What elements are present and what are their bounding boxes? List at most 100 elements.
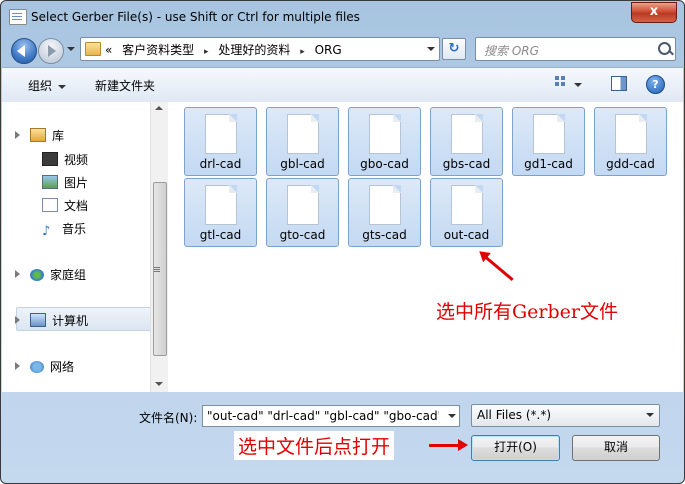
organize-button[interactable]: 组织 (28, 77, 67, 94)
nav-item-label: 计算机 (52, 314, 89, 328)
file-type-select[interactable]: All Files (*.*) (471, 404, 660, 427)
music-note-icon: ♪ (42, 224, 51, 239)
nav-item-pictures[interactable]: 图片 (42, 174, 88, 191)
file-icon (205, 114, 237, 154)
preview-pane-icon[interactable] (611, 76, 627, 91)
file-name: drl-cad (199, 157, 242, 171)
scroll-down-icon[interactable] (155, 382, 163, 386)
nav-item-label: 网络 (50, 360, 75, 374)
filename-dropdown-icon[interactable] (448, 414, 456, 418)
breadcrumb-separator-icon[interactable]: ▸ (300, 47, 305, 57)
nav-item-label: 视频 (64, 153, 89, 167)
file-tile[interactable]: gbo-cad (348, 107, 421, 176)
open-button[interactable]: 打开(O) (471, 435, 560, 461)
breadcrumb-item[interactable]: 处理好的资料 (218, 43, 290, 57)
computer-icon (30, 313, 46, 327)
expand-arrow-icon[interactable] (15, 131, 20, 139)
homegroup-icon (30, 269, 44, 281)
chevron-down-icon (646, 413, 654, 417)
pictures-icon (42, 175, 58, 189)
file-tile[interactable]: gts-cad (348, 178, 421, 247)
navigation-scrollbar[interactable] (150, 102, 168, 392)
app-icon (9, 9, 27, 25)
file-icon (533, 114, 565, 154)
search-input[interactable]: 搜索 ORG (475, 37, 676, 61)
breadcrumb-item[interactable]: ORG (315, 43, 342, 57)
nav-item-label: 音乐 (62, 222, 87, 236)
file-name: gdd-cad (606, 157, 655, 171)
navigation-pane: 库 视频 图片 文档 ♪ 音乐 家庭组 计算机 网络 (2, 102, 152, 392)
file-icon (615, 114, 647, 154)
file-tile[interactable]: gtl-cad (184, 178, 257, 247)
recent-locations-chevron-icon[interactable] (67, 47, 75, 51)
file-tile[interactable]: gd1-cad (512, 107, 585, 176)
file-tile[interactable]: gdd-cad (594, 107, 667, 176)
file-name: gto-cad (279, 228, 326, 242)
forward-button[interactable] (38, 38, 64, 64)
expand-arrow-icon[interactable] (15, 316, 20, 324)
search-icon[interactable] (658, 42, 671, 55)
file-name: gbs-cad (442, 157, 491, 171)
nav-item-network[interactable]: 网络 (30, 358, 74, 375)
nav-item-label: 库 (52, 129, 65, 143)
folder-icon (85, 42, 101, 56)
file-icon (369, 114, 401, 154)
nav-item-documents[interactable]: 文档 (42, 197, 88, 214)
breadcrumb-separator-icon[interactable]: ▸ (204, 47, 209, 57)
filename-label: 文件名(N): (139, 411, 198, 425)
new-folder-button[interactable]: 新建文件夹 (95, 77, 155, 94)
nav-item-computer[interactable]: 计算机 (30, 312, 88, 329)
window-title: Select Gerber File(s) - use Shift or Ctr… (31, 10, 360, 24)
help-icon[interactable]: ? (646, 75, 665, 94)
file-icon (205, 185, 237, 225)
file-icon (369, 185, 401, 225)
file-tile[interactable]: gbl-cad (266, 107, 339, 176)
filename-value: "out-cad" "drl-cad" "gbl-cad" "gbo-cad" (207, 409, 439, 423)
nav-item-label: 家庭组 (50, 268, 87, 282)
nav-item-videos[interactable]: 视频 (42, 151, 88, 168)
file-tile[interactable]: gbs-cad (430, 107, 503, 176)
view-mode-chevron-down-icon[interactable] (574, 83, 582, 87)
file-tile[interactable]: drl-cad (184, 107, 257, 176)
file-tile[interactable]: out-cad (430, 178, 503, 247)
cancel-button[interactable]: 取消 (572, 435, 660, 461)
file-name: gd1-cad (524, 157, 573, 171)
nav-item-label: 图片 (64, 176, 89, 190)
nav-item-music[interactable]: ♪ 音乐 (42, 220, 87, 239)
expand-arrow-icon[interactable] (15, 270, 20, 278)
expand-arrow-icon[interactable] (15, 362, 20, 370)
address-dropdown-icon[interactable] (423, 38, 439, 60)
libraries-icon (30, 128, 46, 142)
navigation-bar: « 客户资料类型 ▸ 处理好的资料 ▸ ORG ↻ 搜索 ORG (1, 31, 684, 65)
annotation-arrow-icon (429, 439, 468, 451)
annotation-select-all: 选中所有Gerber文件 (432, 295, 622, 326)
file-tile[interactable]: gto-cad (266, 178, 339, 247)
file-list: drl-cad gbl-cad gbo-cad gbs-cad gd1-cad … (184, 107, 674, 387)
address-bar[interactable]: « 客户资料类型 ▸ 处理好的资料 ▸ ORG (80, 37, 440, 61)
title-bar: Select Gerber File(s) - use Shift or Ctr… (1, 1, 684, 31)
scroll-up-icon[interactable] (155, 106, 163, 110)
file-icon (287, 114, 319, 154)
file-name: gbo-cad (360, 157, 409, 171)
close-button[interactable]: x (631, 2, 677, 23)
back-button[interactable] (11, 38, 37, 64)
annotation-select-then-open: 选中文件后点打开 (234, 431, 395, 460)
filename-field[interactable]: "out-cad" "drl-cad" "gbl-cad" "gbo-cad" (202, 405, 460, 427)
view-mode-icon[interactable] (555, 76, 567, 88)
breadcrumb-item[interactable]: 客户资料类型 (122, 43, 194, 57)
dialog-content: 库 视频 图片 文档 ♪ 音乐 家庭组 计算机 网络 drl-cad gbl-c… (2, 102, 683, 392)
refresh-button[interactable]: ↻ (442, 38, 466, 60)
file-type-value: All Files (*.*) (477, 408, 552, 422)
scrollbar-thumb[interactable] (153, 182, 167, 356)
file-name: gts-cad (362, 228, 407, 242)
nav-item-libraries[interactable]: 库 (30, 127, 64, 144)
file-name: out-cad (443, 228, 490, 242)
file-name: gtl-cad (199, 228, 242, 242)
nav-item-homegroup[interactable]: 家庭组 (30, 266, 86, 283)
file-icon (451, 185, 483, 225)
file-icon (287, 185, 319, 225)
breadcrumb-overflow[interactable]: « (105, 43, 112, 57)
chevron-down-icon (58, 84, 67, 89)
search-placeholder: 搜索 ORG (484, 44, 539, 58)
file-icon (451, 114, 483, 154)
